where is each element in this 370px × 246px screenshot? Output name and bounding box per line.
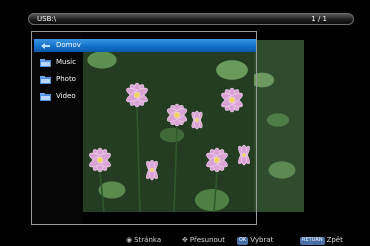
folder-icon — [40, 93, 51, 101]
menu-item-video[interactable]: Video — [34, 90, 256, 103]
hint-select: OK Vybrat — [237, 235, 273, 246]
ok-key-icon: OK — [237, 237, 249, 245]
hint-bar: ◉ Stránka ✥ Přesunout OK Vybrat RETURN Zpět — [0, 235, 370, 246]
menu-item-photo[interactable]: Photo — [34, 73, 256, 86]
folder-icon — [40, 59, 51, 67]
menu-item-label: Video — [56, 92, 76, 100]
menu-item-label: Photo — [56, 75, 76, 83]
back-icon — [40, 42, 51, 50]
menu-item-domov[interactable]: Domov — [34, 39, 256, 52]
hint-move-label: Přesunout — [189, 236, 225, 244]
return-key-icon: RETURN — [300, 237, 325, 245]
menu-item-label: Music — [56, 58, 76, 66]
dpad-icon: ✥ — [182, 236, 188, 244]
menu-item-music[interactable]: Music — [34, 56, 256, 69]
hint-page: ◉ Stránka — [126, 235, 161, 246]
hint-select-label: Vybrat — [250, 236, 274, 244]
hint-move: ✥ Přesunout — [182, 235, 225, 246]
menu-item-label: Domov — [56, 41, 81, 49]
current-path: USB:\ — [37, 15, 57, 23]
folder-icon — [40, 76, 51, 84]
hint-page-label: Stránka — [134, 236, 162, 244]
hint-back-label: Zpět — [326, 236, 343, 244]
page-button-icon: ◉ — [126, 236, 133, 244]
path-bar: USB:\ 1 / 1 — [28, 13, 354, 25]
hint-back: RETURN Zpět — [300, 235, 343, 246]
item-count: 1 / 1 — [311, 15, 327, 23]
file-browser-panel: Domov Music Photo Video — [31, 31, 257, 225]
